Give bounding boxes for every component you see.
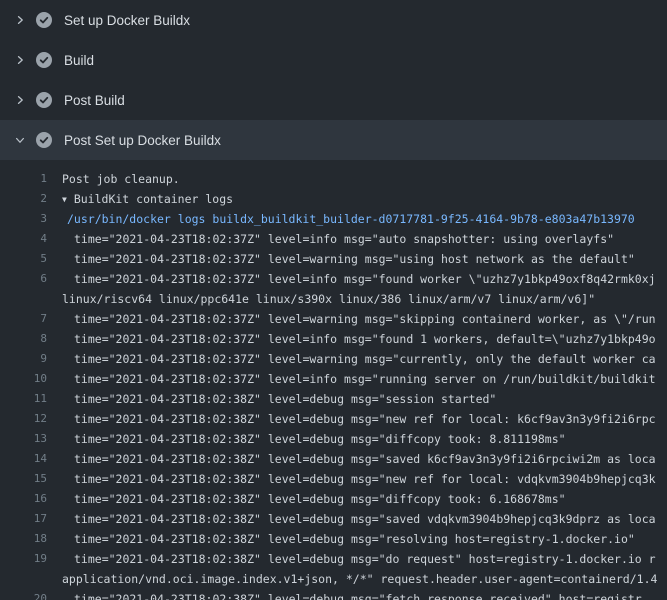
log-line: 5 time="2021-04-23T18:02:37Z" level=warn… xyxy=(0,249,667,269)
log-line: linux/riscv64 linux/ppc641e linux/s390x … xyxy=(0,289,667,309)
log-line-number[interactable]: 20 xyxy=(0,589,47,600)
check-circle-icon xyxy=(36,132,52,148)
step-section-title: Post Build xyxy=(64,93,125,108)
log-line-text: time="2021-04-23T18:02:38Z" level=debug … xyxy=(62,509,656,529)
workflow-steps-log-viewer[interactable]: Set up Docker Buildx Build Post Build Po… xyxy=(0,0,667,600)
step-section: Set up Docker Buildx xyxy=(0,0,667,40)
log-line-text: application/vnd.oci.image.index.v1+json,… xyxy=(62,569,657,589)
log-line-number[interactable]: 18 xyxy=(0,529,47,549)
step-section: Post Set up Docker Buildx 1 Post job cle… xyxy=(0,120,667,600)
log-line-number[interactable]: 16 xyxy=(0,489,47,509)
chevron-down-icon xyxy=(12,132,28,148)
step-section-header[interactable]: Post Build xyxy=(0,80,667,120)
log-line: 15 time="2021-04-23T18:02:38Z" level=deb… xyxy=(0,469,667,489)
log-line: 11 time="2021-04-23T18:02:38Z" level=deb… xyxy=(0,389,667,409)
log-line: 14 time="2021-04-23T18:02:38Z" level=deb… xyxy=(0,449,667,469)
chevron-right-icon xyxy=(12,52,28,68)
log-line-text: Post job cleanup. xyxy=(62,169,180,189)
log-line: 16 time="2021-04-23T18:02:38Z" level=deb… xyxy=(0,489,667,509)
log-line-number[interactable]: 4 xyxy=(0,229,47,249)
log-line-number[interactable]: 12 xyxy=(0,409,47,429)
steps-list: Set up Docker Buildx Build Post Build Po… xyxy=(0,0,667,600)
log-line-number[interactable]: 6 xyxy=(0,269,47,289)
log-line: 7 time="2021-04-23T18:02:37Z" level=warn… xyxy=(0,309,667,329)
log-line-number[interactable]: 7 xyxy=(0,309,47,329)
log-line-text: time="2021-04-23T18:02:38Z" level=debug … xyxy=(62,589,642,600)
check-circle-icon xyxy=(36,12,52,28)
log-line: 12 time="2021-04-23T18:02:38Z" level=deb… xyxy=(0,409,667,429)
log-line: 8 time="2021-04-23T18:02:37Z" level=info… xyxy=(0,329,667,349)
check-circle-icon xyxy=(36,52,52,68)
step-section-title: Build xyxy=(64,53,94,68)
log-line-text: time="2021-04-23T18:02:38Z" level=debug … xyxy=(62,409,656,429)
log-group-toggle[interactable]: ▼ BuildKit container logs xyxy=(62,189,233,209)
log-line-text: time="2021-04-23T18:02:37Z" level=info m… xyxy=(62,329,656,349)
log-line: 6 time="2021-04-23T18:02:37Z" level=info… xyxy=(0,269,667,289)
step-log-body: 1 Post job cleanup. 2 ▼ BuildKit containe… xyxy=(0,160,667,600)
log-line-number[interactable]: 1 xyxy=(0,169,47,189)
log-line: 19 time="2021-04-23T18:02:38Z" level=deb… xyxy=(0,549,667,569)
log-line-text: linux/riscv64 linux/ppc641e linux/s390x … xyxy=(62,289,595,309)
log-group-title: BuildKit container logs xyxy=(74,192,233,206)
log-line-text: time="2021-04-23T18:02:38Z" level=debug … xyxy=(62,549,656,569)
log-line-number[interactable]: 8 xyxy=(0,329,47,349)
log-line: 17 time="2021-04-23T18:02:38Z" level=deb… xyxy=(0,509,667,529)
log-line: application/vnd.oci.image.index.v1+json,… xyxy=(0,569,667,589)
log-line-number[interactable]: 19 xyxy=(0,549,47,569)
triangle-down-icon[interactable]: ▼ xyxy=(62,190,67,210)
log-line: 10 time="2021-04-23T18:02:37Z" level=inf… xyxy=(0,369,667,389)
log-line-text: time="2021-04-23T18:02:37Z" level=info m… xyxy=(62,229,614,249)
chevron-right-icon xyxy=(12,12,28,28)
step-section-header[interactable]: Set up Docker Buildx xyxy=(0,0,667,40)
step-section: Build xyxy=(0,40,667,80)
log-line-text: time="2021-04-23T18:02:38Z" level=debug … xyxy=(62,489,566,509)
log-line-text: time="2021-04-23T18:02:37Z" level=warnin… xyxy=(62,249,635,269)
step-section: Post Build xyxy=(0,80,667,120)
log-line-number[interactable]: 13 xyxy=(0,429,47,449)
log-line-number[interactable]: 15 xyxy=(0,469,47,489)
log-line-number[interactable]: 5 xyxy=(0,249,47,269)
step-section-header[interactable]: Build xyxy=(0,40,667,80)
chevron-right-icon xyxy=(12,92,28,108)
log-line-text: time="2021-04-23T18:02:38Z" level=debug … xyxy=(62,529,635,549)
log-line-text: time="2021-04-23T18:02:37Z" level=warnin… xyxy=(62,309,656,329)
log-line-text: time="2021-04-23T18:02:38Z" level=debug … xyxy=(62,449,656,469)
log-line-number[interactable]: 3 xyxy=(0,209,47,229)
log-line: 1 Post job cleanup. xyxy=(0,169,667,189)
log-line-number[interactable]: 2 xyxy=(0,189,47,209)
log-line-text: time="2021-04-23T18:02:38Z" level=debug … xyxy=(62,469,656,489)
log-line-number[interactable]: 11 xyxy=(0,389,47,409)
log-line: 9 time="2021-04-23T18:02:37Z" level=warn… xyxy=(0,349,667,369)
step-section-title: Post Set up Docker Buildx xyxy=(64,133,221,148)
step-section-header[interactable]: Post Set up Docker Buildx xyxy=(0,120,667,160)
log-line-number[interactable]: 14 xyxy=(0,449,47,469)
log-line: 13 time="2021-04-23T18:02:38Z" level=deb… xyxy=(0,429,667,449)
log-line-text: time="2021-04-23T18:02:37Z" level=warnin… xyxy=(62,349,656,369)
command-line-text: /usr/bin/docker logs buildx_buildkit_bui… xyxy=(62,209,635,229)
check-circle-icon xyxy=(36,92,52,108)
log-line-text: time="2021-04-23T18:02:37Z" level=info m… xyxy=(62,369,656,389)
log-line-text: time="2021-04-23T18:02:38Z" level=debug … xyxy=(62,389,496,409)
log-line-text: time="2021-04-23T18:02:38Z" level=debug … xyxy=(62,429,566,449)
log-line: 20 time="2021-04-23T18:02:38Z" level=deb… xyxy=(0,589,667,600)
log-line-number[interactable]: 10 xyxy=(0,369,47,389)
step-section-title: Set up Docker Buildx xyxy=(64,13,190,28)
log-line: 2 ▼ BuildKit container logs xyxy=(0,189,667,209)
log-line: 18 time="2021-04-23T18:02:38Z" level=deb… xyxy=(0,529,667,549)
log-line-number[interactable]: 9 xyxy=(0,349,47,369)
log-line-text: time="2021-04-23T18:02:37Z" level=info m… xyxy=(62,269,656,289)
log-line: 4 time="2021-04-23T18:02:37Z" level=info… xyxy=(0,229,667,249)
log-line-number[interactable]: 17 xyxy=(0,509,47,529)
log-line: 3 /usr/bin/docker logs buildx_buildkit_b… xyxy=(0,209,667,229)
